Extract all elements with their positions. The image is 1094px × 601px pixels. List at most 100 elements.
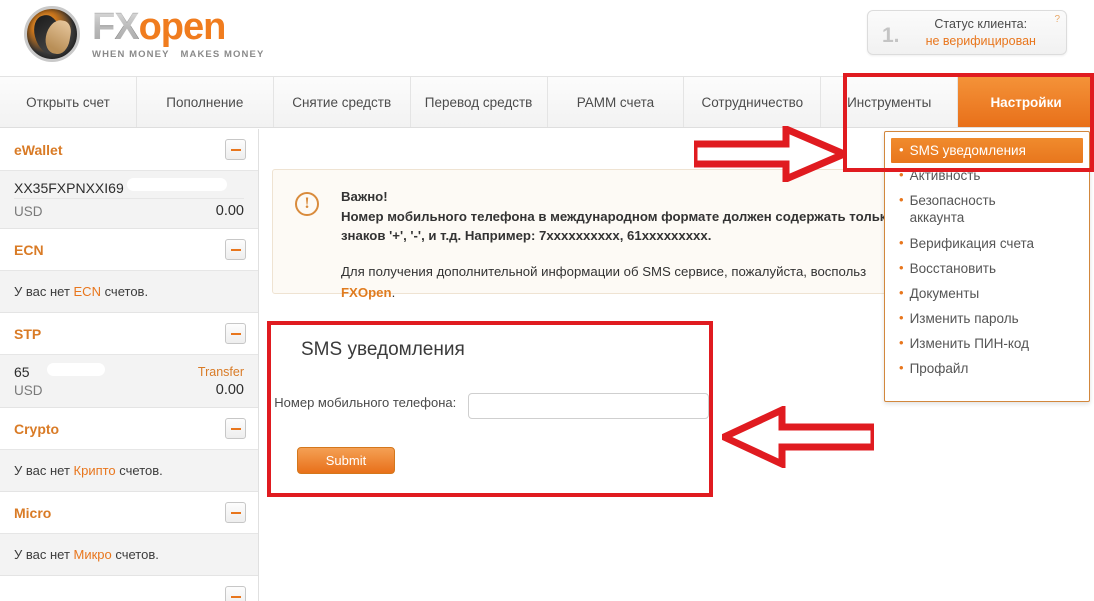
dropdown-item-label: Безопасность аккаунта: [909, 193, 996, 226]
collapse-icon[interactable]: [225, 418, 246, 439]
logo-tagline-right: MAKES MONEY: [180, 49, 265, 61]
phone-number-label: Номер мобильного телефона:: [274, 395, 457, 410]
collapse-icon[interactable]: [225, 139, 246, 160]
collapse-icon[interactable]: [225, 323, 246, 344]
phone-number-input[interactable]: [468, 393, 709, 419]
client-status-box[interactable]: 1. Статус клиента: не верифицирован ?: [867, 10, 1067, 55]
logo-text-fx: FX: [92, 6, 140, 49]
logo-tagline-left: WHEN MONEY: [92, 49, 170, 61]
exclamation-circle-icon: !: [295, 192, 319, 216]
status-label: Статус клиента:: [934, 16, 1028, 31]
dropdown-item-label: SMS уведомления: [909, 143, 1026, 158]
nav-item-tools[interactable]: Инструменты: [821, 77, 959, 127]
sidebar-group-body-crypto: У вас нет Крипто счетов.: [0, 450, 258, 492]
collapse-icon[interactable]: [225, 502, 246, 523]
submit-button[interactable]: Submit: [297, 447, 395, 474]
sidebar-group-title: Micro: [14, 504, 52, 521]
help-icon[interactable]: ?: [1054, 14, 1060, 25]
sidebar-group-title: Crypto: [14, 420, 60, 437]
dropdown-item-label: Активность: [909, 168, 981, 184]
dropdown-item-profile[interactable]: • Профайл: [885, 356, 1089, 381]
sidebar-group-header-partial[interactable]: [0, 576, 258, 601]
nav-item-pamm[interactable]: PAMM счета: [547, 77, 685, 127]
account-balance-row: USD 0.00: [14, 198, 244, 228]
sidebar-group-header-stp[interactable]: STP: [0, 313, 258, 355]
account-currency: USD: [14, 382, 43, 398]
account-number: XX35FXPNXXI69: [14, 180, 124, 196]
bullet-icon: •: [899, 259, 904, 275]
redaction-bar: [47, 363, 105, 376]
settings-dropdown-menu: • SMS уведомления • Активность • Безопас…: [884, 131, 1090, 402]
bullet-icon: •: [899, 335, 904, 351]
bullet-icon: •: [899, 192, 904, 208]
dropdown-item-change-password[interactable]: • Изменить пароль: [885, 306, 1089, 331]
logo-wordmark: FXopen WHEN MONEY MAKES MONEY: [92, 8, 264, 60]
nav-item-transfer[interactable]: Перевод средств: [410, 77, 548, 127]
sidebar-group-header-ewallet[interactable]: eWallet: [0, 129, 258, 171]
bullet-icon: •: [899, 234, 904, 250]
empty-highlight: Микро: [73, 547, 112, 562]
dropdown-item-activity[interactable]: • Активность: [885, 163, 1089, 188]
page-root: FXopen WHEN MONEY MAKES MONEY 1. Статус …: [0, 0, 1094, 601]
sidebar-group-title: ECN: [14, 241, 44, 258]
logo-text-open: open: [138, 6, 227, 49]
dropdown-item-label: Верификация счета: [909, 235, 1035, 251]
empty-accounts-message: У вас нет ECN счетов.: [14, 284, 149, 299]
account-amount: 0.00: [215, 203, 244, 219]
fxopen-logo[interactable]: FXopen WHEN MONEY MAKES MONEY: [24, 6, 264, 62]
sidebar-group-header-micro[interactable]: Micro: [0, 492, 258, 534]
bullet-icon: •: [899, 309, 904, 325]
sidebar-group-header-ecn[interactable]: ECN: [0, 229, 258, 271]
status-step-number: 1.: [882, 23, 900, 47]
sidebar-group-title: eWallet: [14, 141, 63, 158]
empty-accounts-message: У вас нет Крипто счетов.: [14, 463, 163, 478]
sidebar-group-body-ewallet: XX35FXPNXXI69 USD 0.00: [0, 171, 258, 229]
nav-item-partnership[interactable]: Сотрудничество: [684, 77, 822, 127]
accounts-sidebar: eWallet XX35FXPNXXI69 USD 0.00 ECN У вас…: [0, 129, 259, 601]
nav-item-open-account[interactable]: Открыть счет: [0, 77, 137, 127]
form-title: SMS уведомления: [301, 339, 465, 360]
bull-bear-logo-icon: [24, 6, 80, 62]
dropdown-item-account-security[interactable]: • Безопасность аккаунта: [885, 188, 1089, 230]
dropdown-item-label: Изменить ПИН-код: [909, 336, 1030, 352]
dropdown-item-label: Восстановить: [909, 260, 997, 276]
dropdown-item-label: Профайл: [909, 361, 969, 377]
sidebar-group-body-stp: 65 Transfer USD 0.00: [0, 355, 258, 408]
account-number-row[interactable]: 65 Transfer: [14, 355, 244, 382]
dropdown-item-documents[interactable]: • Документы: [885, 281, 1089, 306]
nav-item-settings[interactable]: Настройки: [958, 77, 1094, 127]
bullet-icon: •: [899, 360, 904, 376]
bullet-icon: •: [899, 142, 904, 157]
status-value: не верифицирован: [925, 33, 1036, 48]
nav-item-deposit[interactable]: Пополнение: [136, 77, 274, 127]
collapse-icon[interactable]: [225, 586, 246, 601]
collapse-icon[interactable]: [225, 239, 246, 260]
sidebar-group-header-crypto[interactable]: Crypto: [0, 408, 258, 450]
bullet-icon: •: [899, 284, 904, 300]
empty-accounts-message: У вас нет Микро счетов.: [14, 547, 159, 562]
dropdown-item-account-verification[interactable]: • Верификация счета: [885, 231, 1089, 256]
account-number-row[interactable]: XX35FXPNXXI69: [14, 171, 244, 198]
fxopen-link[interactable]: FXOpen: [341, 285, 392, 300]
nav-item-withdraw[interactable]: Снятие средств: [273, 77, 411, 127]
bullet-icon: •: [899, 167, 904, 183]
dropdown-item-sms-notifications[interactable]: • SMS уведомления: [891, 138, 1083, 164]
sidebar-group-body-ecn: У вас нет ECN счетов.: [0, 271, 258, 313]
account-currency: USD: [14, 203, 43, 219]
main-navigation: Открыть счет Пополнение Снятие средств П…: [0, 76, 1094, 128]
dropdown-item-restore[interactable]: • Восстановить: [885, 256, 1089, 281]
dropdown-item-label: Изменить пароль: [909, 310, 1019, 326]
sidebar-group-title: STP: [14, 325, 42, 342]
account-number: 65: [14, 364, 30, 380]
transfer-link[interactable]: Transfer: [198, 365, 244, 379]
empty-highlight: ECN: [73, 284, 101, 299]
empty-highlight: Крипто: [73, 463, 116, 478]
account-balance-row: USD 0.00: [14, 382, 244, 407]
dropdown-item-change-pin[interactable]: • Изменить ПИН-код: [885, 331, 1089, 356]
account-amount: 0.00: [215, 382, 244, 398]
sidebar-group-body-micro: У вас нет Микро счетов.: [0, 534, 258, 576]
dropdown-item-label: Документы: [909, 285, 980, 301]
sms-notifications-form: SMS уведомления Номер мобильного телефон…: [272, 324, 710, 484]
site-header: FXopen WHEN MONEY MAKES MONEY 1. Статус …: [0, 0, 1094, 72]
redaction-bar: [127, 178, 227, 191]
